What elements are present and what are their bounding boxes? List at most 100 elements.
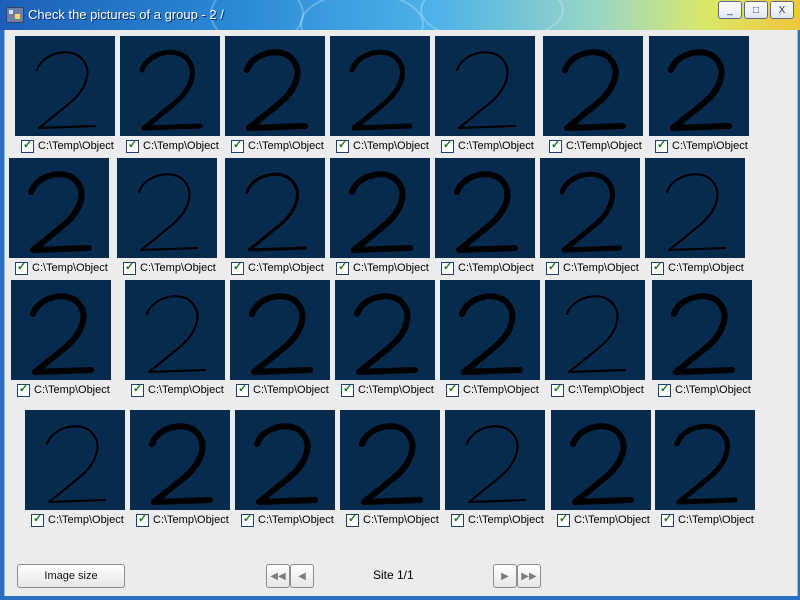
select-checkbox[interactable] [21, 138, 34, 153]
select-checkbox[interactable] [231, 138, 244, 153]
thumbnail-image[interactable] [645, 158, 745, 258]
maximize-icon[interactable]: □ [744, 1, 768, 19]
thumbnail-caption: C:\Temp\Object [131, 382, 235, 398]
thumbnail-image[interactable] [543, 36, 643, 136]
select-checkbox[interactable] [236, 382, 249, 397]
select-checkbox[interactable] [336, 138, 349, 153]
select-checkbox[interactable] [126, 138, 139, 153]
thumbnail-item[interactable]: C:\Temp\Object [540, 158, 646, 282]
select-checkbox[interactable] [658, 382, 671, 397]
thumbnail-item[interactable]: C:\Temp\Object [435, 36, 541, 160]
image-size-button[interactable]: Image size [17, 564, 125, 588]
thumbnail-image[interactable] [230, 280, 330, 380]
thumbnail-image[interactable] [540, 158, 640, 258]
thumbnail-image[interactable] [335, 280, 435, 380]
thumbnail-image[interactable] [330, 36, 430, 136]
next-page-button[interactable]: ▶ [493, 564, 517, 588]
thumbnail-item[interactable]: C:\Temp\Object [117, 158, 223, 282]
select-checkbox[interactable] [136, 512, 149, 527]
thumbnail-item[interactable]: C:\Temp\Object [9, 158, 115, 282]
file-path-label: C:\Temp\Object [140, 262, 216, 274]
thumbnail-item[interactable]: C:\Temp\Object [340, 410, 446, 534]
thumbnail-caption: C:\Temp\Object [341, 382, 445, 398]
select-checkbox[interactable] [123, 260, 136, 275]
select-checkbox[interactable] [651, 260, 664, 275]
thumbnail-image[interactable] [15, 36, 115, 136]
thumbnail-item[interactable]: C:\Temp\Object [652, 280, 758, 404]
thumbnail-item[interactable]: C:\Temp\Object [235, 410, 341, 534]
select-checkbox[interactable] [655, 138, 668, 153]
select-checkbox[interactable] [549, 138, 562, 153]
thumbnail-image[interactable] [225, 36, 325, 136]
first-page-button[interactable]: ◀◀ [266, 564, 290, 588]
thumbnail-item[interactable]: C:\Temp\Object [440, 280, 546, 404]
select-checkbox[interactable] [241, 512, 254, 527]
thumbnail-item[interactable]: C:\Temp\Object [225, 158, 331, 282]
thumbnail-image[interactable] [445, 410, 545, 510]
thumbnail-image[interactable] [340, 410, 440, 510]
thumbnail-item[interactable]: C:\Temp\Object [445, 410, 551, 534]
thumbnail-item[interactable]: C:\Temp\Object [130, 410, 236, 534]
thumbnail-item[interactable]: C:\Temp\Object [655, 410, 761, 534]
thumbnail-item[interactable]: C:\Temp\Object [230, 280, 336, 404]
close-icon[interactable]: X [770, 1, 794, 19]
select-checkbox[interactable] [17, 382, 30, 397]
thumbnail-caption: C:\Temp\Object [441, 260, 545, 276]
select-checkbox[interactable] [346, 512, 359, 527]
thumbnail-image[interactable] [440, 280, 540, 380]
thumbnail-image[interactable] [551, 410, 651, 510]
select-checkbox[interactable] [557, 512, 570, 527]
select-checkbox[interactable] [15, 260, 28, 275]
thumbnail-image[interactable] [11, 280, 111, 380]
thumbnail-image[interactable] [435, 158, 535, 258]
thumbnail-item[interactable]: C:\Temp\Object [330, 158, 436, 282]
thumbnail-image[interactable] [9, 158, 109, 258]
thumbnail-item[interactable]: C:\Temp\Object [551, 410, 657, 534]
thumbnail-image[interactable] [125, 280, 225, 380]
thumbnail-image[interactable] [235, 410, 335, 510]
select-checkbox[interactable] [661, 512, 674, 527]
minimize-icon[interactable]: _ [718, 1, 742, 19]
thumbnail-image[interactable] [649, 36, 749, 136]
select-checkbox[interactable] [441, 138, 454, 153]
thumbnail-item[interactable]: C:\Temp\Object [225, 36, 331, 160]
thumbnail-image[interactable] [655, 410, 755, 510]
select-checkbox[interactable] [451, 512, 464, 527]
thumbnail-item[interactable]: C:\Temp\Object [435, 158, 541, 282]
thumbnail-image[interactable] [25, 410, 125, 510]
thumbnail-image[interactable] [330, 158, 430, 258]
page-label: Site 1/1 [373, 568, 414, 582]
select-checkbox[interactable] [131, 382, 144, 397]
thumbnail-image[interactable] [130, 410, 230, 510]
thumbnail-image[interactable] [117, 158, 217, 258]
thumbnail-image[interactable] [225, 158, 325, 258]
select-checkbox[interactable] [341, 382, 354, 397]
select-checkbox[interactable] [336, 260, 349, 275]
thumbnail-item[interactable]: C:\Temp\Object [649, 36, 755, 160]
last-page-button[interactable]: ▶▶ [517, 564, 541, 588]
select-checkbox[interactable] [31, 512, 44, 527]
thumbnail-item[interactable]: C:\Temp\Object [330, 36, 436, 160]
thumbnail-item[interactable]: C:\Temp\Object [645, 158, 751, 282]
thumbnail-item[interactable]: C:\Temp\Object [11, 280, 117, 404]
thumbnail-image[interactable] [435, 36, 535, 136]
thumbnail-item[interactable]: C:\Temp\Object [545, 280, 651, 404]
thumbnail-item[interactable]: C:\Temp\Object [15, 36, 121, 160]
thumbnail-image[interactable] [545, 280, 645, 380]
thumbnail-item[interactable]: C:\Temp\Object [120, 36, 226, 160]
thumbnail-item[interactable]: C:\Temp\Object [335, 280, 441, 404]
prev-page-button[interactable]: ◀ [290, 564, 314, 588]
select-checkbox[interactable] [231, 260, 244, 275]
window-controls: _ □ X [718, 1, 794, 19]
thumbnail-item[interactable]: C:\Temp\Object [125, 280, 231, 404]
select-checkbox[interactable] [551, 382, 564, 397]
select-checkbox[interactable] [446, 382, 459, 397]
select-checkbox[interactable] [441, 260, 454, 275]
digit-2-glyph [459, 293, 523, 375]
thumbnail-image[interactable] [652, 280, 752, 380]
title-bar[interactable]: Check the pictures of a group - 2 / _ □ … [0, 0, 800, 30]
select-checkbox[interactable] [546, 260, 559, 275]
thumbnail-item[interactable]: C:\Temp\Object [25, 410, 131, 534]
thumbnail-item[interactable]: C:\Temp\Object [543, 36, 649, 160]
thumbnail-image[interactable] [120, 36, 220, 136]
